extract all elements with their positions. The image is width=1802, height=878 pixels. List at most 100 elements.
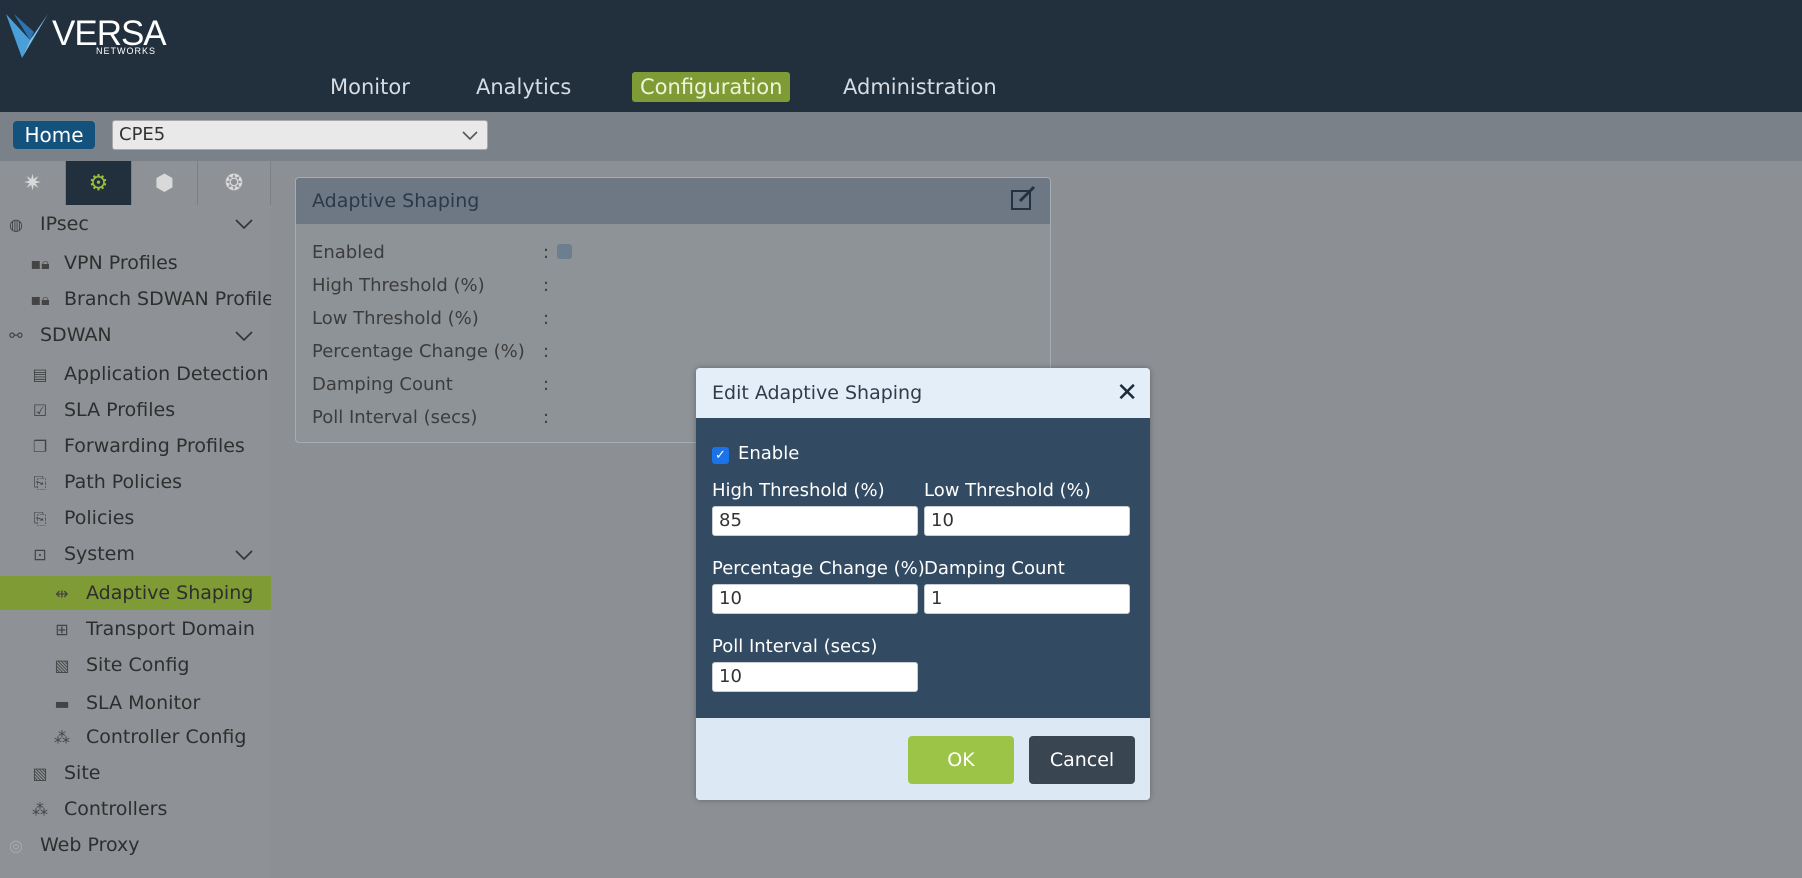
sidebar-tab-config[interactable]: ⚙ — [66, 161, 132, 205]
dialog-body: ✓ Enable High Threshold (%) 85 Low Thres… — [696, 418, 1150, 718]
panel-title: Adaptive Shaping — [312, 190, 480, 212]
controllers-icon: ⁂ — [32, 800, 48, 819]
sidebar-item-site-config[interactable]: ▧ Site Config — [50, 650, 189, 680]
sidebar-item-adaptive-shaping[interactable]: ⇹ Adaptive Shaping — [50, 578, 253, 608]
nav-tab-administration[interactable]: Administration — [835, 72, 1005, 102]
sidebar-tab-objects[interactable]: ⬢ — [132, 161, 198, 205]
sidebar-item-label: System — [64, 543, 135, 565]
sidebar-item-forwarding-profiles[interactable]: ❐ Forwarding Profiles — [28, 431, 245, 461]
damping-count-input[interactable]: 1 — [924, 584, 1130, 614]
sidebar-item-transport-domain[interactable]: ⊞ Transport Domain — [50, 614, 255, 644]
checklist-icon: ☑ — [32, 401, 48, 420]
sidebar-item-application-detection[interactable]: ▤ Application Detection — [28, 359, 269, 389]
sidebar-item-system[interactable]: ⊡ System — [28, 539, 135, 569]
low-threshold-label: Low Threshold (%) — [924, 480, 1091, 501]
poll-interval-input[interactable]: 10 — [712, 662, 918, 692]
sidebar-item-label: Forwarding Profiles — [64, 435, 245, 457]
stack-icon: ❐ — [32, 437, 48, 456]
sidebar-item-label: Adaptive Shaping — [86, 582, 254, 604]
ipsec-icon: ◍ — [9, 215, 23, 234]
sdwan-icon: ⚯ — [9, 326, 23, 345]
nav-tab-monitor[interactable]: Monitor — [322, 72, 418, 102]
sidebar-item-policies[interactable]: ⎘ Policies — [28, 503, 135, 533]
chevron-down-icon[interactable] — [234, 543, 254, 571]
panel-row-colon: : — [543, 341, 550, 362]
site-icon: ▧ — [32, 764, 48, 783]
enabled-indicator — [557, 244, 572, 259]
gear-icon: ⚙ — [88, 170, 109, 196]
chevron-down-icon — [461, 121, 479, 158]
sidebar-item-web-proxy[interactable]: ◎ Web Proxy — [4, 830, 140, 860]
document-icon: ▤ — [32, 365, 48, 384]
nav-tab-analytics[interactable]: Analytics — [468, 72, 579, 102]
sidebar-item-label: Path Policies — [64, 471, 183, 493]
sidebar-item-vpn-profiles[interactable]: ▪🔒︎ VPN Profiles — [28, 248, 178, 278]
sidebar-item-label: Transport Domain — [86, 618, 255, 640]
panel-row-label: Damping Count — [312, 374, 453, 395]
percentage-change-label: Percentage Change (%) — [712, 558, 925, 579]
damping-count-label: Damping Count — [924, 558, 1065, 579]
sidebar-item-label: IPsec — [40, 213, 89, 235]
device-select[interactable]: CPE5 — [112, 120, 488, 150]
sidebar-item-ipsec[interactable]: ◍ IPsec — [4, 209, 89, 239]
panel-header: Adaptive Shaping — [296, 178, 1050, 224]
edit-adaptive-shaping-dialog: Edit Adaptive Shaping ✕ ✓ Enable High Th… — [696, 368, 1150, 800]
panel-row-label: Percentage Change (%) — [312, 341, 525, 362]
cancel-button[interactable]: Cancel — [1029, 736, 1135, 784]
nav-tab-configuration[interactable]: Configuration — [632, 72, 791, 102]
enable-checkbox[interactable]: ✓ — [712, 447, 729, 464]
sidebar-item-site[interactable]: ▧ Site — [28, 758, 100, 788]
sidebar-item-label: Controllers — [64, 798, 168, 820]
sidebar-item-path-policies[interactable]: ⎘ Path Policies — [28, 467, 182, 497]
versa-logo-icon — [6, 14, 48, 58]
high-threshold-input[interactable]: 85 — [712, 506, 918, 536]
ok-button[interactable]: OK — [908, 736, 1014, 784]
panel-row-colon: : — [543, 374, 550, 395]
sidebar-item-label: Policies — [64, 507, 135, 529]
lock-icon: ▪🔒︎ — [30, 290, 50, 309]
cube-icon: ⬢ — [154, 170, 175, 196]
panel-row-colon: : — [543, 242, 550, 263]
sidebar-item-label: SDWAN — [40, 324, 112, 346]
sidebar-item-branch-sdwan-profile[interactable]: ▪🔒︎ Branch SDWAN Profile — [28, 284, 274, 314]
sidebar-item-sla-monitor[interactable]: ▬ SLA Monitor — [50, 688, 200, 718]
site-config-icon: ▧ — [54, 656, 70, 675]
controllers-icon: ⁂ — [54, 728, 70, 747]
globe-gear-icon: ❂ — [224, 170, 244, 196]
low-threshold-input[interactable]: 10 — [924, 506, 1130, 536]
panel-row-colon: : — [543, 308, 550, 329]
shaping-icon: ⇹ — [55, 584, 69, 603]
computer-icon: ⊡ — [33, 545, 47, 564]
sidebar-item-label: Application Detection — [64, 363, 269, 385]
sidebar-item-sdwan[interactable]: ⚯ SDWAN — [4, 320, 112, 350]
panel-row-label: Poll Interval (secs) — [312, 407, 478, 428]
sidebar-item-label: Controller Config — [86, 726, 247, 748]
percentage-change-input[interactable]: 10 — [712, 584, 918, 614]
sidebar-item-label: Branch SDWAN Profile — [64, 288, 274, 310]
high-threshold-label: High Threshold (%) — [712, 480, 885, 501]
panel-row-label: Low Threshold (%) — [312, 308, 479, 329]
close-icon[interactable]: ✕ — [1116, 368, 1138, 418]
sidebar-item-label: VPN Profiles — [64, 252, 178, 274]
poll-interval-label: Poll Interval (secs) — [712, 636, 878, 657]
dialog-header: Edit Adaptive Shaping ✕ — [696, 368, 1150, 418]
sidebar-tab-network[interactable]: ✷ — [0, 161, 66, 205]
sidebar-tab-services[interactable]: ❂ — [198, 161, 271, 205]
sidebar-item-label: SLA Monitor — [86, 692, 201, 714]
home-button[interactable]: Home — [13, 121, 95, 149]
policy-icon: ⎘ — [33, 473, 47, 492]
panel-row-label: Enabled — [312, 242, 385, 263]
monitor-icon: ▬ — [54, 694, 70, 713]
sidebar-item-sla-profiles[interactable]: ☑ SLA Profiles — [28, 395, 175, 425]
dialog-title: Edit Adaptive Shaping — [712, 382, 923, 404]
sidebar-item-label: SLA Profiles — [64, 399, 176, 421]
hierarchy-icon: ⊞ — [55, 620, 69, 639]
panel-row-colon: : — [543, 407, 550, 428]
sidebar-item-controllers[interactable]: ⁂ Controllers — [28, 794, 167, 824]
sidebar-item-controller-config[interactable]: ⁂ Controller Config — [50, 722, 246, 752]
brand-sub: NETWORKS — [96, 46, 157, 56]
edit-icon[interactable] — [1010, 178, 1036, 241]
chevron-down-icon[interactable] — [234, 212, 254, 240]
chevron-down-icon[interactable] — [234, 324, 254, 352]
panel-row-label: High Threshold (%) — [312, 275, 485, 296]
